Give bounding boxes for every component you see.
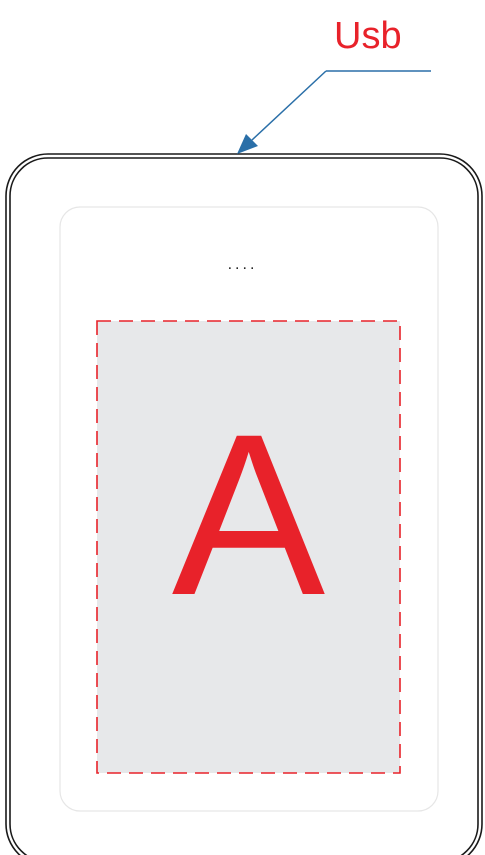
arrow-pointer-icon [237, 70, 431, 154]
zone-a-letter: A [171, 386, 326, 643]
screen-indicator-dots: .... [227, 256, 258, 273]
usb-callout-label: Usb [334, 15, 402, 57]
